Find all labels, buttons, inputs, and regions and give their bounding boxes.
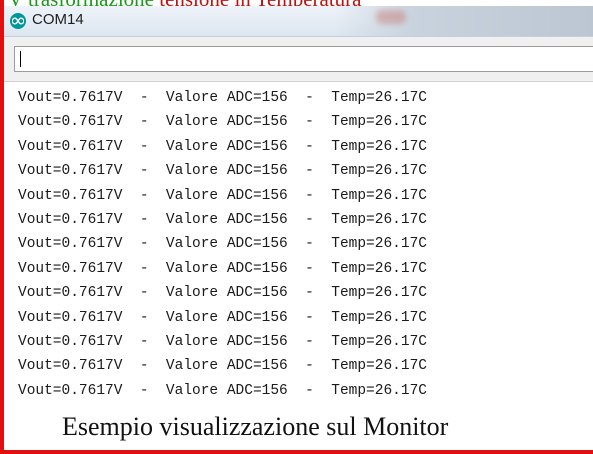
bottom-caption: Esempio visualizzazione sul Monitor <box>62 412 449 441</box>
serial-output-panel[interactable]: Vout=0.7617V - Valore ADC=156 - Temp=26.… <box>4 81 593 410</box>
serial-output-line: Vout=0.7617V - Valore ADC=156 - Temp=26.… <box>18 309 427 326</box>
serial-output-line: Vout=0.7617V - Valore ADC=156 - Temp=26.… <box>18 334 427 350</box>
serial-output-line: Vout=0.7617V - Valore ADC=156 - Temp=26.… <box>18 90 427 106</box>
serial-output-line: Vout=0.7617V - Valore ADC=156 - Temp=26.… <box>18 138 427 155</box>
serial-output-line: Vout=0.7617V - Valore ADC=156 - Temp=26.… <box>18 187 427 204</box>
serial-output-line: Vout=0.7617V - Valore ADC=156 - Temp=26.… <box>18 285 427 302</box>
serial-output-line: Vout=0.7617V - Valore ADC=156 - Temp=26.… <box>18 260 427 277</box>
serial-output-line: Vout=0.7617V - Valore ADC=156 - Temp=26.… <box>18 163 427 180</box>
serial-send-input[interactable] <box>14 46 593 72</box>
text-caret <box>20 51 21 67</box>
serial-output-line: Vout=0.7617V - Valore ADC=156 - Temp=26.… <box>18 236 427 253</box>
window-title: COM14 <box>32 11 84 28</box>
serial-output-line: Vout=0.7617V - Valore ADC=156 - Temp=26.… <box>18 212 427 228</box>
serial-output-line: Vout=0.7617V - Valore ADC=156 - Temp=26.… <box>18 358 427 375</box>
send-bar <box>4 37 593 81</box>
titlebar-blurred-region <box>334 6 593 36</box>
serial-output-line: Vout=0.7617V - Valore ADC=156 - Temp=26.… <box>18 382 427 399</box>
titlebar-blurred-buttons <box>376 10 406 24</box>
window-titlebar[interactable]: COM14 <box>4 6 593 37</box>
serial-output-line: Vout=0.7617V - Valore ADC=156 - Temp=26.… <box>18 114 427 131</box>
arduino-infinity-icon <box>10 13 26 29</box>
